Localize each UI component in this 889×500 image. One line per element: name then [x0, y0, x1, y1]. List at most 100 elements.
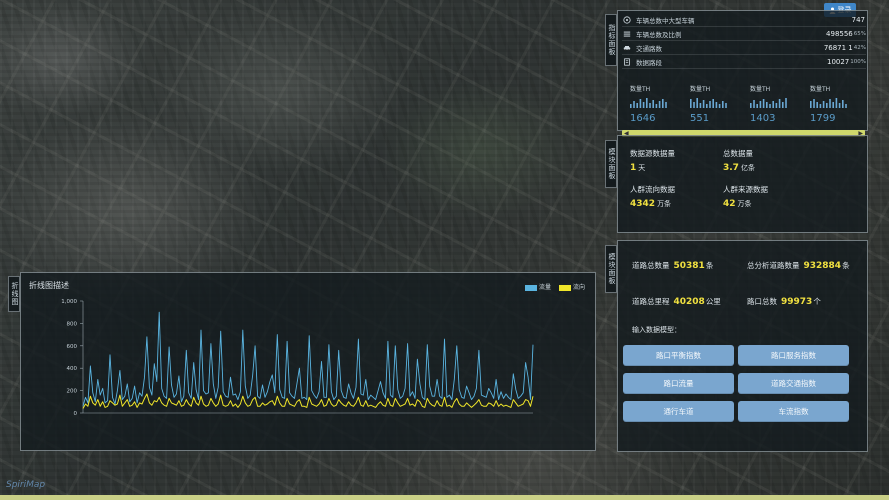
kpi-spark-bar — [662, 99, 664, 108]
summary-unit: 天 — [638, 164, 646, 172]
kpi-sparkbars — [690, 98, 727, 108]
kpi-spark-bar — [652, 100, 654, 108]
kpi-spark-bar — [722, 101, 724, 108]
road-stat-value: 99973 — [781, 297, 813, 307]
kpi-spark-bar — [655, 104, 658, 108]
list-icon — [622, 29, 632, 39]
intersection-flow-button[interactable]: 路口流量 — [623, 373, 734, 394]
road-stat-item: 道路总数量 50381条 — [632, 260, 713, 271]
kpi-spark-bar — [639, 99, 642, 108]
kpi-item: 数量TH 1646 — [630, 84, 686, 124]
kpi-spark-bar — [636, 103, 638, 108]
stat-percent: 100% — [850, 59, 866, 65]
stat-value: 747 — [851, 16, 865, 24]
kpi-spark-bar — [753, 100, 755, 108]
summary-item: 总数据量 3.7 亿条 — [723, 148, 843, 173]
kpi-spark-bar — [822, 101, 825, 108]
kpi-item: 数量TH 551 — [690, 84, 746, 124]
model-input-label: 输入数据模型： — [632, 326, 681, 334]
summary-unit: 亿条 — [740, 164, 755, 172]
kpi-spark-bar — [658, 101, 661, 108]
intersection-balance-button[interactable]: 路口平衡指数 — [623, 345, 734, 366]
stat-label: 数据路段 — [636, 59, 662, 67]
summary-value: 42 — [723, 199, 736, 209]
stat-row: 数据路段 10027 100% — [622, 56, 866, 69]
summary-unit: 万条 — [737, 200, 752, 208]
summary-item: 人群来源数据 42 万条 — [723, 184, 843, 209]
data-summary-panel: 数据源数据量 1天 总数据量 3.7 亿条 人群流向数据 4342 万条 人群来源数… — [617, 135, 868, 233]
kpi-spark-bar — [835, 98, 838, 108]
stat-label: 车辆总数中大型车辆 — [636, 17, 695, 25]
kpi-spark-bar — [756, 104, 758, 108]
intersection-service-button[interactable]: 路口服务指数 — [738, 345, 849, 366]
map-watermark: SpiriMap — [6, 480, 46, 490]
series-line-flow[interactable] — [82, 311, 534, 407]
kpi-label: 数量TH — [690, 86, 711, 93]
kpi-spark-bar — [832, 102, 834, 108]
kpi-spark-bar — [829, 99, 831, 108]
bottom-strip — [0, 495, 889, 500]
tab-mid-panel[interactable]: 模块面板 — [605, 140, 617, 188]
kpi-spark-bar — [649, 103, 651, 108]
kpi-label: 数量TH — [810, 86, 831, 93]
summary-unit: 万条 — [657, 200, 672, 208]
kpi-spark-bar — [819, 104, 822, 108]
y-tick-label: 0 — [74, 411, 78, 417]
road-traffic-index-button[interactable]: 道路交通指数 — [738, 373, 849, 394]
road-stats-panel: 道路总数量 50381条 总分析道路数量 932884条 道路总里程 40208公里 … — [617, 240, 868, 452]
kpi-spark-bar — [718, 104, 721, 108]
stats-panel: 车辆总数中大型车辆 747 车辆总数及比例 498556 65% 交通路数 76… — [617, 10, 868, 137]
kpi-spark-bar — [665, 102, 667, 108]
summary-value: 1 — [630, 163, 637, 173]
kpi-spark-bar — [845, 104, 847, 108]
traffic-flow-index-button[interactable]: 车流指数 — [738, 401, 849, 422]
kpi-spark-bar — [646, 98, 648, 108]
tab-road-panel[interactable]: 模块面板 — [605, 245, 617, 293]
road-stat-label: 路口总数 — [747, 297, 777, 306]
kpi-spark-bar — [630, 104, 632, 108]
kpi-spark-bar — [706, 104, 708, 108]
kpi-spark-bar — [772, 101, 774, 108]
kpi-spark-bar — [778, 99, 781, 108]
kpi-spark-bar — [715, 102, 718, 108]
stat-label: 车辆总数及比例 — [636, 31, 682, 39]
tab-stats-panel[interactable]: 指标面板 — [605, 14, 617, 66]
road-stat-unit: 条 — [842, 261, 850, 270]
road-stat-unit: 条 — [705, 261, 714, 270]
kpi-spark-bar — [842, 100, 844, 108]
kpi-spark-bar — [725, 103, 727, 108]
kpi-spark-bar — [696, 98, 698, 108]
road-stat-label: 总分析道路数量 — [747, 261, 800, 270]
kpi-spark-bar — [759, 101, 762, 108]
y-tick-label: 800 — [67, 321, 78, 327]
kpi-spark-bar — [762, 99, 765, 108]
tab-chart-panel[interactable]: 折线图 — [8, 276, 20, 312]
doc-icon — [622, 57, 632, 67]
road-stat-item: 道路总里程 40208公里 — [632, 296, 721, 307]
road-stat-item: 总分析道路数量 932884条 — [747, 260, 850, 271]
kpi-value: 1799 — [810, 113, 836, 124]
stat-value: 498556 — [826, 30, 853, 38]
line-chart-panel: 折线图描述 流量 流向 0 200 400 600 800 1,000 — [20, 272, 596, 451]
kpi-spark-bar — [690, 99, 692, 108]
road-stat-value: 50381 — [673, 261, 705, 271]
car-icon — [622, 43, 632, 53]
target-icon — [622, 15, 632, 25]
road-stat-value: 40208 — [673, 297, 705, 307]
kpi-spark-bar — [810, 101, 812, 108]
y-tick-label: 1,000 — [61, 299, 77, 305]
kpi-sparkbars — [810, 98, 847, 108]
kpi-value: 551 — [690, 113, 710, 124]
kpi-spark-bar — [813, 99, 815, 108]
summary-value: 4342 — [630, 199, 656, 209]
kpi-spark-bar — [633, 101, 635, 108]
kpi-value: 1403 — [750, 113, 776, 124]
lanes-button[interactable]: 通行车道 — [623, 401, 734, 422]
series-line-direction[interactable] — [82, 393, 534, 409]
kpi-spark-bar — [712, 99, 714, 108]
stat-percent: 65% — [853, 31, 866, 37]
kpi-spark-bar — [775, 103, 778, 108]
kpi-spark-bar — [750, 103, 752, 108]
road-stat-unit: 公里 — [705, 297, 721, 306]
road-stat-label: 道路总数量 — [632, 261, 670, 270]
